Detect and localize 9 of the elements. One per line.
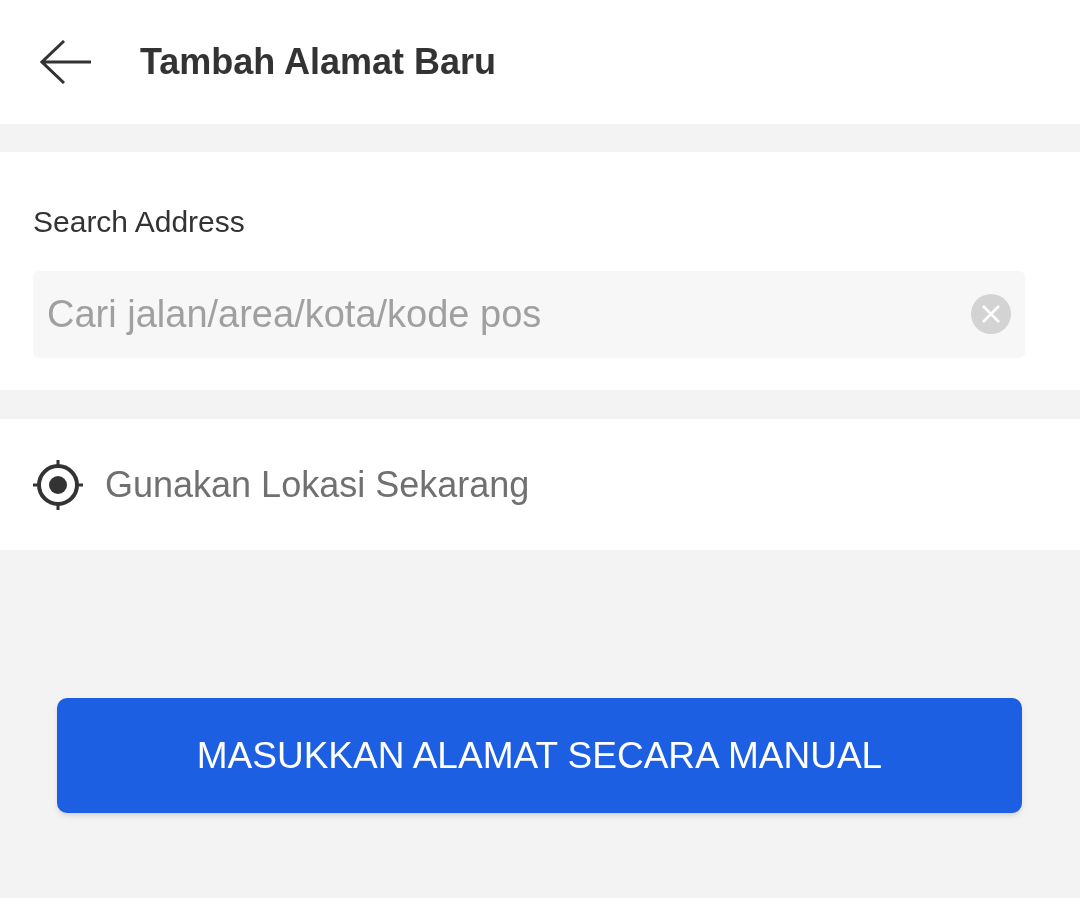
back-button[interactable] (38, 37, 94, 87)
back-arrow-icon (40, 40, 92, 84)
page-title: Tambah Alamat Baru (140, 40, 497, 84)
manual-entry-button[interactable]: MASUKKAN ALAMAT SECARA MANUAL (57, 698, 1022, 813)
field-label: Search Address (33, 204, 246, 240)
search-field[interactable]: Cari jalan/area/kota/kode pos (33, 271, 1025, 358)
option-label: Gunakan Lokasi Sekarang (105, 462, 530, 507)
current-location-option[interactable]: Gunakan Lokasi Sekarang (0, 419, 1080, 550)
location-target-icon (33, 459, 83, 510)
